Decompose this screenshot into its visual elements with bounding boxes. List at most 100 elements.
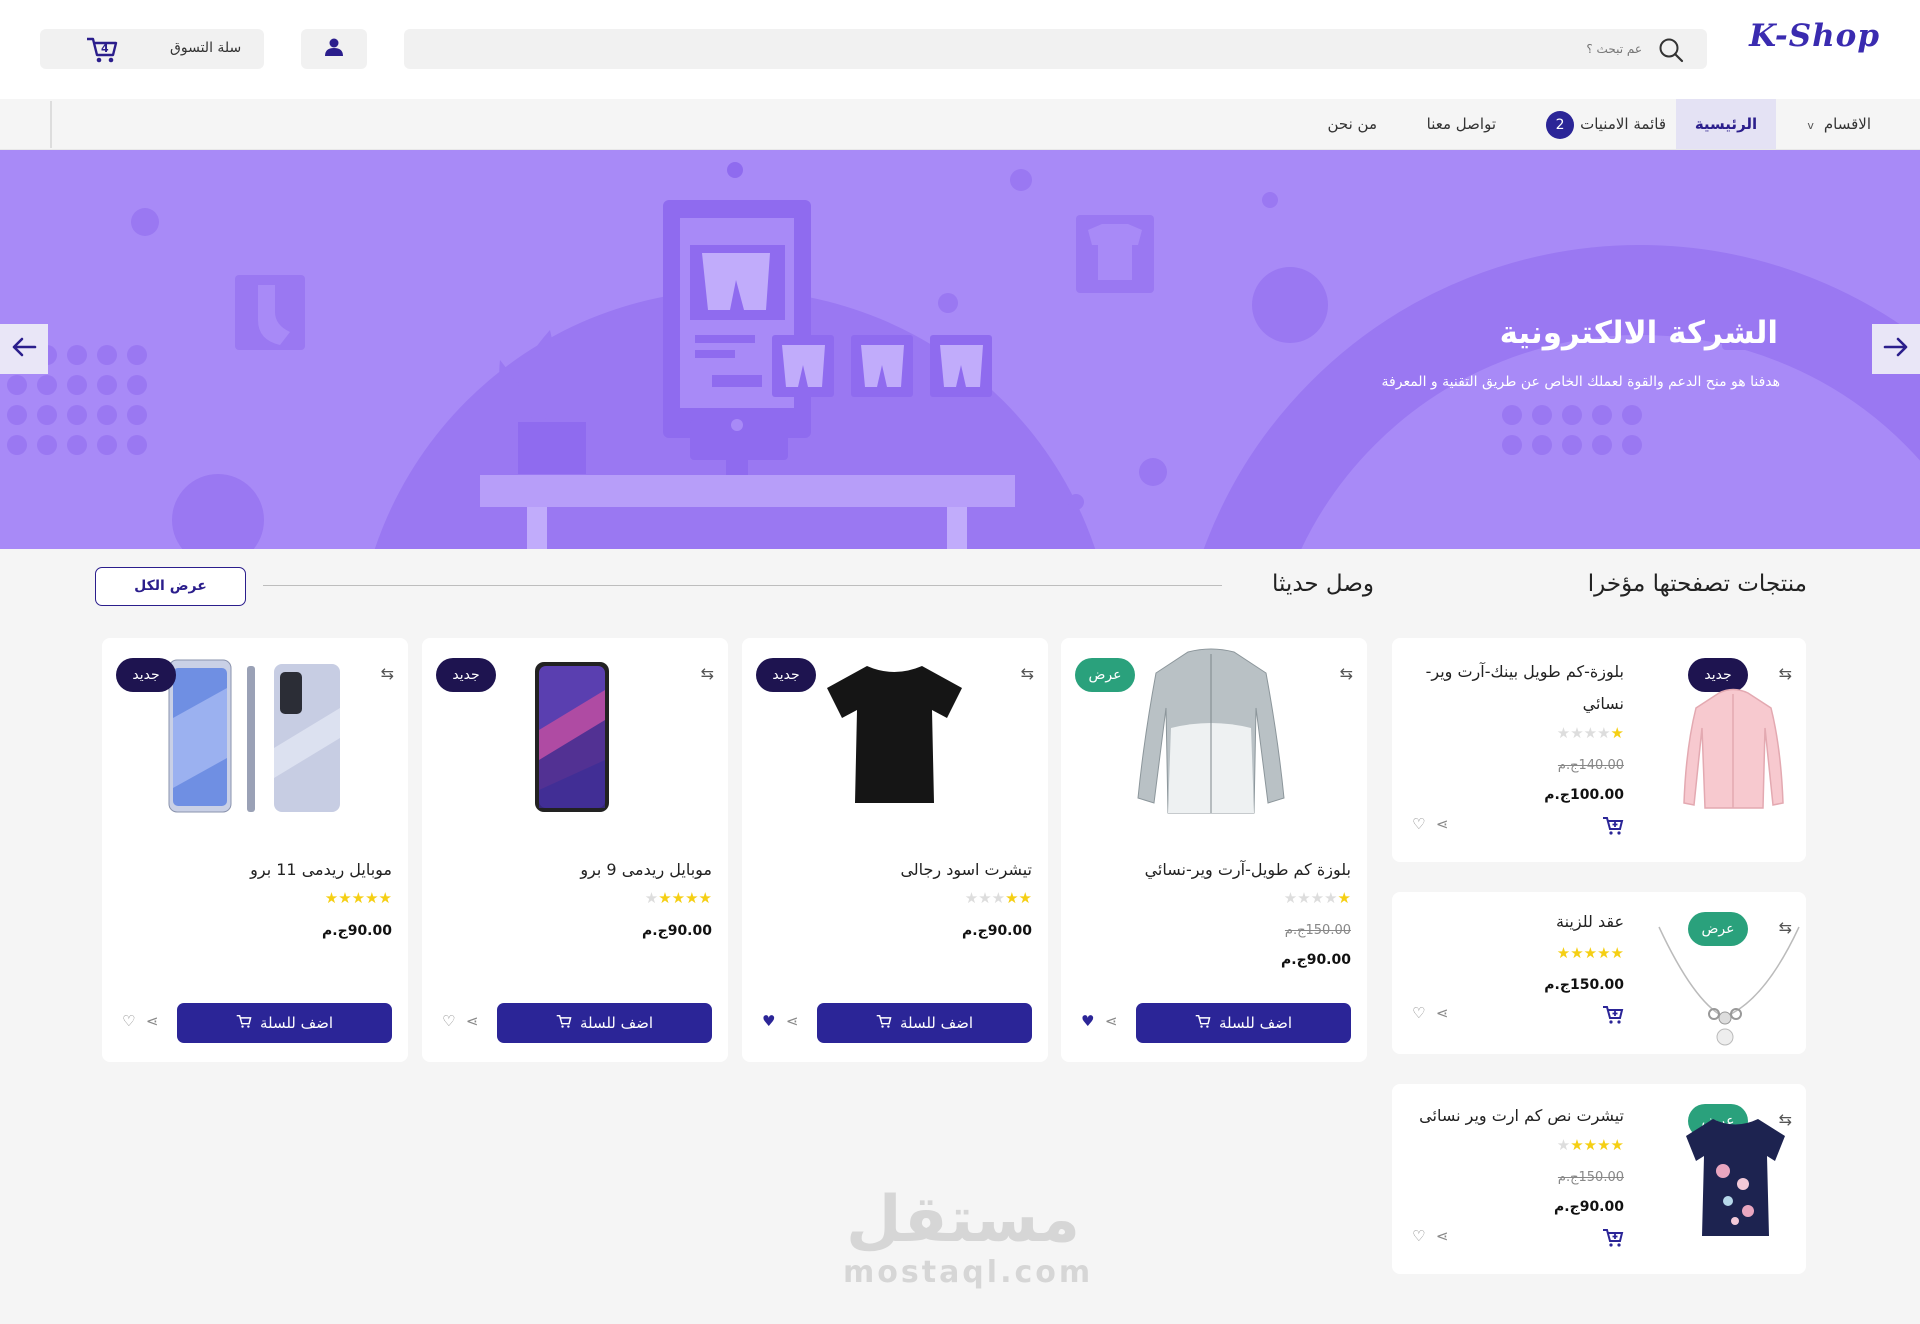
product-title[interactable]: موبايل ريدمى 11 برو [250,860,392,879]
old-price: 140.00ج.م [1557,758,1624,773]
header: K-Shop 4 سلة التسوق [0,0,1920,99]
nav-wishlist[interactable]: قائمة الامنيات 2 [1546,99,1666,149]
nav-home[interactable]: الرئيسية [1676,99,1776,149]
product-image[interactable] [1683,1116,1788,1238]
price: 90.00ج.م [322,923,392,939]
wishlist-count-badge: 2 [1546,110,1575,139]
add-to-cart-button[interactable]: اضف للسلة [817,1003,1032,1043]
product-title[interactable]: بلوزة كم طويل-آرت وير-نسائي [1145,860,1351,879]
heart-icon[interactable]: ♥ [762,1012,775,1030]
banner-next-button[interactable] [1872,324,1920,374]
product-image[interactable] [1136,648,1286,818]
heart-icon[interactable]: ♡ [1412,1004,1425,1022]
compare-icon[interactable]: ⇆ [381,664,394,683]
old-price: 150.00ج.م [1557,1170,1624,1185]
product-card[interactable]: ⇆ جديد موبايل ريدمى 9 برو ★★★★★ 90.00ج.م… [422,638,728,1062]
cart-count: 4 [101,42,109,55]
section-divider [263,585,1222,586]
watermark: مستقل mostaql.com [843,1183,1090,1290]
product-title[interactable]: تيشرت نص كم ارت وير نسائى [1419,1106,1624,1125]
product-image[interactable] [1681,688,1786,813]
watermark-arabic: مستقل [845,1183,1081,1257]
cart-label: سلة التسوق [170,40,242,56]
nav-contact[interactable]: تواصل معنا [1427,99,1496,149]
product-image[interactable] [167,658,342,818]
nav-categories-label: الاقسام [1823,115,1871,133]
add-to-cart-icon[interactable] [1602,1228,1624,1252]
share-icon[interactable]: ⋖ [786,1012,799,1030]
share-icon[interactable]: ⋖ [466,1012,479,1030]
price: 90.00ج.م [962,923,1032,939]
hero-banner: الشركة الالكترونية هدفنا هو منح الدعم وا… [0,150,1920,549]
banner-subtitle: هدفنا هو منح الدعم والقوة لعملك الخاص عن… [1381,374,1780,390]
add-to-cart-button[interactable]: اضف للسلة [497,1003,712,1043]
recent-product-card[interactable]: ⇆ عرض عقد للزينة ★★★★★ 150.00ج.م ♡ ⋖ [1392,892,1806,1054]
account-button[interactable] [301,29,367,69]
new-section-title: وصل حديثا [1271,571,1374,597]
search-bar[interactable] [404,29,1707,69]
banner-title: الشركة الالكترونية [1499,315,1778,351]
heart-icon[interactable]: ♡ [1412,815,1425,833]
cart-icon [236,1014,252,1033]
share-icon[interactable]: ⋖ [1105,1012,1118,1030]
recent-product-card[interactable]: ⇆ عرض تيشرت نص كم ارت وير نسائى ★★★★★ 15… [1392,1084,1806,1274]
product-tag: عرض [1075,658,1135,692]
compare-icon[interactable]: ⇆ [1340,664,1353,683]
share-icon[interactable]: ⋖ [146,1012,159,1030]
nav-divider [50,101,52,148]
price: 90.00ج.م [1281,952,1351,968]
compare-icon[interactable]: ⇆ [1779,664,1792,683]
arrow-right-icon [1883,337,1909,361]
search-input[interactable] [492,37,1642,61]
add-to-cart-button[interactable]: اضف للسلة [177,1003,392,1043]
old-price: 150.00ج.م [1284,923,1351,938]
add-to-cart-label: اضف للسلة [1218,1014,1293,1032]
rating-stars: ★★★★★ [964,889,1032,907]
product-tag: جديد [116,658,176,692]
heart-icon[interactable]: ♡ [442,1012,455,1030]
nav-about[interactable]: من نحن [1328,99,1378,149]
rating-stars: ★★★★★ [1556,944,1624,962]
price: 90.00ج.م [642,923,712,939]
main-nav: الاقسام v الرئيسية قائمة الامنيات 2 تواصل … [0,99,1920,150]
product-image[interactable] [1654,922,1804,1052]
product-image[interactable] [822,658,967,808]
product-image[interactable] [532,660,612,815]
heart-icon[interactable]: ♡ [122,1012,135,1030]
cart-button[interactable]: 4 سلة التسوق [40,29,264,69]
price: 90.00ج.م [1554,1199,1624,1215]
product-title[interactable]: تيشرت اسود رجالى [900,860,1032,879]
heart-icon[interactable]: ♥ [1081,1012,1094,1030]
rating-stars: ★★★★★ [324,889,392,907]
rating-stars: ★★★★★ [644,889,712,907]
add-to-cart-icon[interactable] [1602,816,1624,840]
chevron-down-icon: v [1807,119,1814,132]
product-tag: جديد [756,658,816,692]
share-icon[interactable]: ⋖ [1436,1004,1449,1022]
banner-prev-button[interactable] [0,324,48,374]
product-title[interactable]: بلوزة-كم طويل بينك-آرت وير-نسائي [1404,656,1624,720]
heart-icon[interactable]: ♡ [1412,1227,1425,1245]
rating-stars: ★★★★★ [1556,1136,1624,1154]
share-icon[interactable]: ⋖ [1436,1227,1449,1245]
cart-icon [1195,1014,1211,1033]
search-icon[interactable] [1657,36,1685,68]
add-to-cart-icon[interactable] [1602,1005,1624,1029]
cart-icon: 4 [85,35,119,69]
product-card[interactable]: ⇆ جديد موبايل ريدمى 11 برو ★★★★★ 90.00ج.… [102,638,408,1062]
nav-categories[interactable]: الاقسام v [1775,99,1875,149]
compare-icon[interactable]: ⇆ [701,664,714,683]
product-card[interactable]: ⇆ عرض بلوزة كم طويل-آرت وير-نسائي ★★★★★ … [1061,638,1367,1062]
add-to-cart-button[interactable]: اضف للسلة [1136,1003,1351,1043]
recent-product-card[interactable]: ⇆ جديد بلوزة-كم طويل بينك-آرت وير-نسائي … [1392,638,1806,862]
nav-wishlist-label: قائمة الامنيات [1580,115,1666,133]
recent-section-title: منتجات تصفحتها مؤخرا [1587,571,1807,597]
product-title[interactable]: عقد للزينة [1556,912,1624,931]
arrow-left-icon [11,337,37,361]
logo[interactable]: K-Shop [1749,18,1880,54]
compare-icon[interactable]: ⇆ [1021,664,1034,683]
product-title[interactable]: موبايل ريدمى 9 برو [580,860,712,879]
view-all-button[interactable]: عرض الكل [95,567,246,606]
share-icon[interactable]: ⋖ [1436,815,1449,833]
product-card[interactable]: ⇆ جديد تيشرت اسود رجالى ★★★★★ 90.00ج.م ا… [742,638,1048,1062]
